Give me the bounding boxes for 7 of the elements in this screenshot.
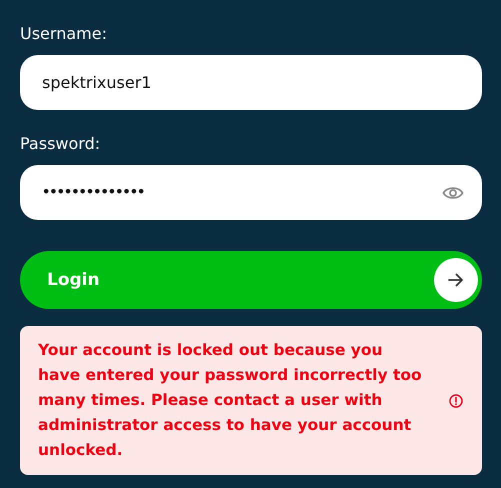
warning-icon xyxy=(449,394,463,408)
eye-icon[interactable] xyxy=(442,184,464,200)
username-field[interactable]: spektrixuser1 xyxy=(20,55,482,110)
field-label: Username: xyxy=(20,24,108,44)
password-field[interactable]: •••••••••••••• xyxy=(20,165,482,220)
field-label: Password: xyxy=(20,134,102,154)
error-message: Your account is locked out because you have entered your password incorrectly too many times. Please contact a user with administrator access to have your account unlocked. xyxy=(38,340,423,461)
